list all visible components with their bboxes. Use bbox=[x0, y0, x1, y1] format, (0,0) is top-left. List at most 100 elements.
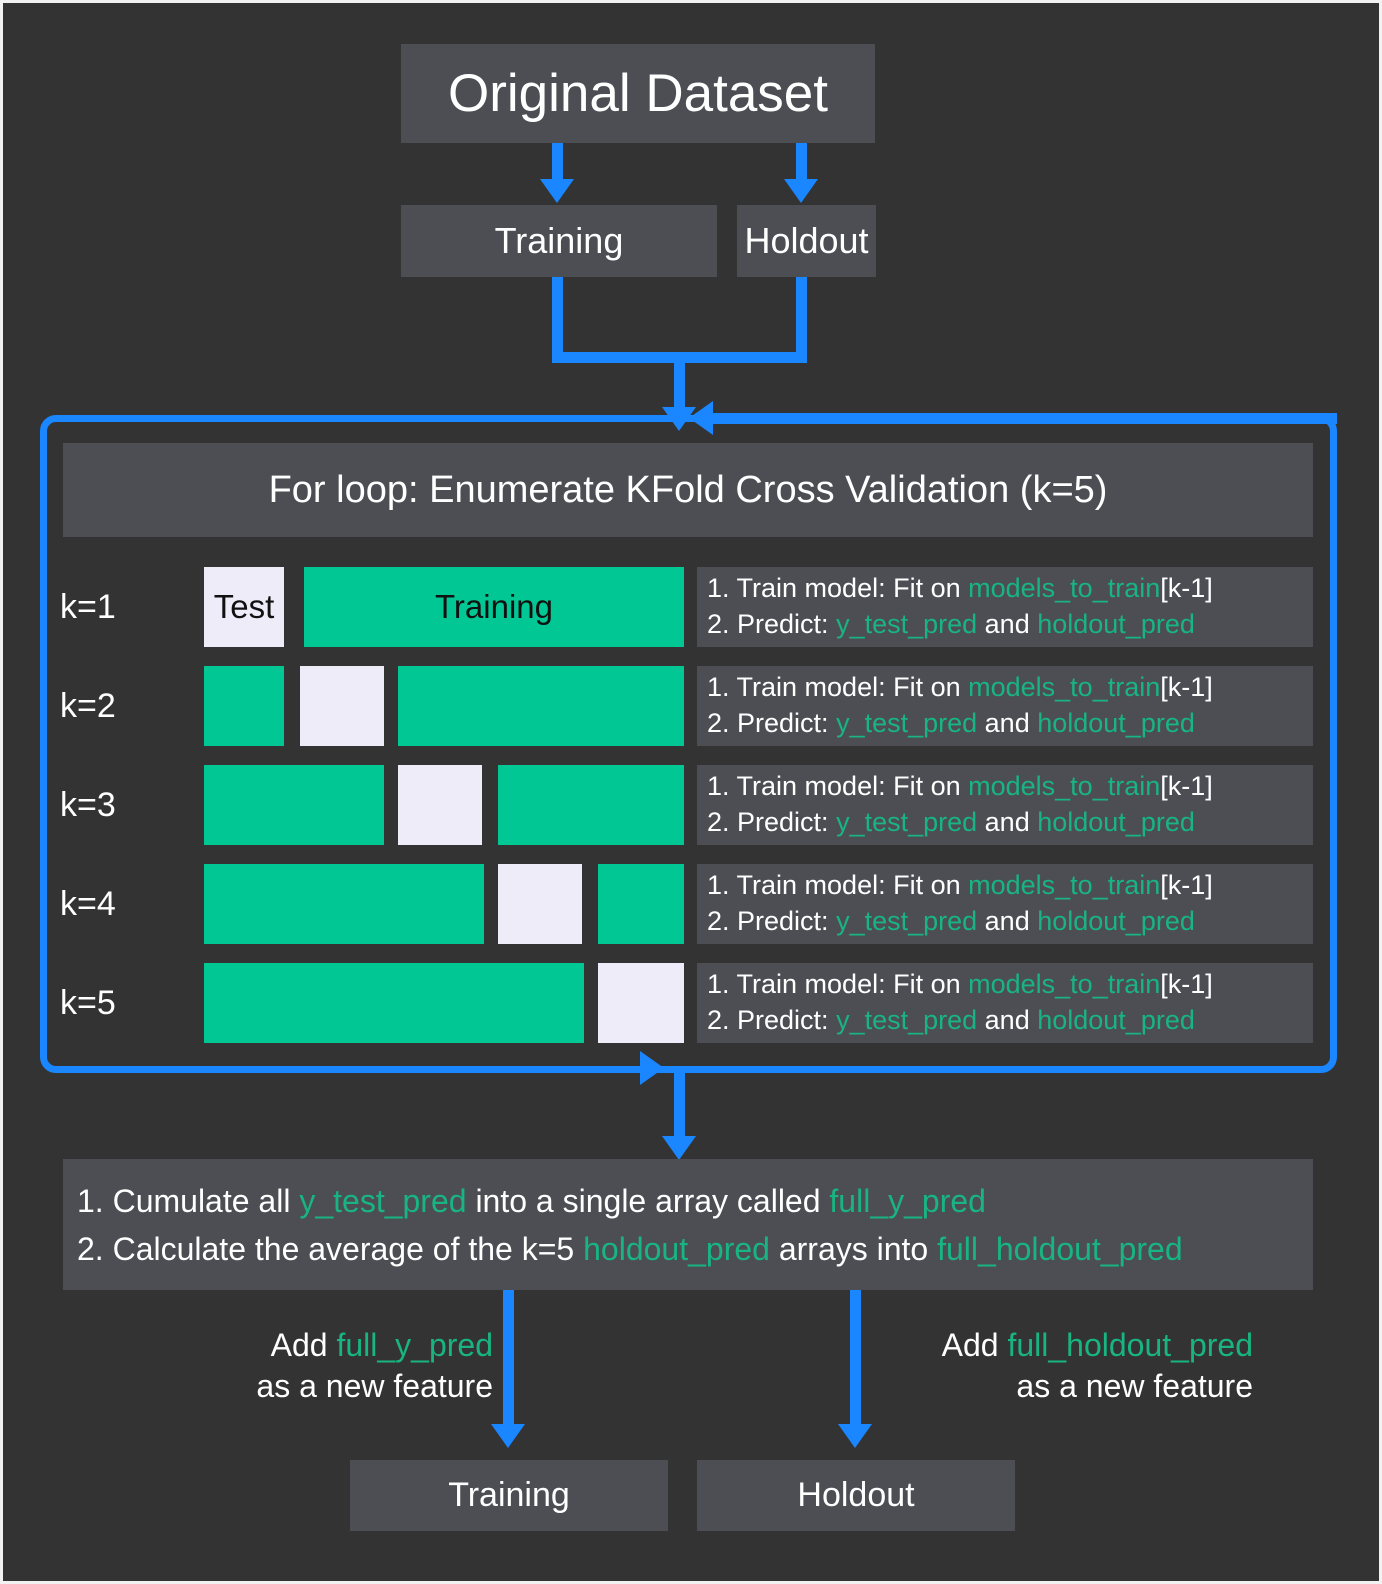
instr-line2-mid: and bbox=[977, 807, 1038, 837]
training-box-bottom: Training bbox=[350, 1460, 668, 1531]
instr-line2-token2: holdout_pred bbox=[1037, 906, 1195, 936]
fold-segment-train: Training bbox=[304, 567, 684, 647]
instr-line2-token2: holdout_pred bbox=[1037, 1005, 1195, 1035]
add-right-token: full_holdout_pred bbox=[1007, 1327, 1253, 1363]
instr-line2-token1: y_test_pred bbox=[836, 708, 978, 738]
summary-line1-prefix: 1. Cumulate all bbox=[77, 1182, 300, 1219]
arrow-line-to-training-out bbox=[503, 1290, 514, 1430]
summary-line2-token1: holdout_pred bbox=[583, 1230, 770, 1267]
fold-instruction-panel: 1. Train model: Fit on models_to_train[k… bbox=[697, 864, 1313, 944]
fold-k-label: k=1 bbox=[60, 587, 116, 626]
merge-line-training-down bbox=[552, 277, 563, 352]
fold-segment-test bbox=[398, 765, 482, 845]
summary-line1-mid: into a single array called bbox=[466, 1182, 830, 1219]
instr-line2-token1: y_test_pred bbox=[836, 807, 978, 837]
holdout-label-bottom: Holdout bbox=[797, 1476, 915, 1514]
instr-line2-mid: and bbox=[977, 609, 1038, 639]
fold-k-label: k=2 bbox=[60, 686, 116, 725]
instr-line2-mid: and bbox=[977, 708, 1038, 738]
instr-line2-prefix: 2. Predict: bbox=[707, 1005, 837, 1035]
arrow-line-to-holdout-out bbox=[850, 1290, 861, 1430]
fold-row: k=4 1. Train model: Fit on models_to_tra… bbox=[3, 864, 1379, 944]
summary-line2-token2: full_holdout_pred bbox=[937, 1230, 1183, 1267]
fold-segment-test: Test bbox=[204, 567, 284, 647]
instr-line1-prefix: 1. Train model: Fit on bbox=[707, 573, 969, 604]
instr-line1-suffix: [k-1] bbox=[1160, 573, 1213, 604]
fold-instruction-panel: 1. Train model: Fit on models_to_train[k… bbox=[697, 963, 1313, 1043]
instr-line1-suffix: [k-1] bbox=[1160, 672, 1213, 703]
summary-line2-mid: arrays into bbox=[769, 1230, 938, 1267]
add-left-token: full_y_pred bbox=[336, 1327, 493, 1363]
fold-segment-test bbox=[498, 864, 582, 944]
instr-line2-prefix: 2. Predict: bbox=[707, 807, 837, 837]
fold-segment-train bbox=[398, 666, 684, 746]
instr-line2-token1: y_test_pred bbox=[836, 1005, 978, 1035]
fold-segment-train bbox=[204, 864, 484, 944]
instr-line1-prefix: 1. Train model: Fit on bbox=[707, 870, 969, 901]
fold-segment-train bbox=[204, 666, 284, 746]
instr-line2-token1: y_test_pred bbox=[836, 906, 978, 936]
arrow-head-orig-to-holdout bbox=[784, 179, 818, 203]
original-dataset-box: Original Dataset bbox=[401, 44, 875, 143]
instruction-line-1: 1. Train model: Fit on models_to_train[k… bbox=[707, 670, 1313, 706]
fold-segment-test bbox=[598, 963, 684, 1043]
instr-line2-prefix: 2. Predict: bbox=[707, 708, 837, 738]
summary-line1-token1: y_test_pred bbox=[299, 1182, 467, 1219]
training-label-top: Training bbox=[494, 220, 624, 261]
add-right-prefix: Add bbox=[941, 1327, 1008, 1363]
summary-panel: 1. Cumulate all y_test_pred into a singl… bbox=[63, 1159, 1313, 1290]
fold-segment-train bbox=[598, 864, 684, 944]
arrow-head-to-summary bbox=[662, 1136, 696, 1160]
instr-line2-token2: holdout_pred bbox=[1037, 708, 1195, 738]
instruction-line-2: 2. Predict: y_test_pred and holdout_pred bbox=[707, 805, 1313, 841]
fold-row: k=5 1. Train model: Fit on models_to_tra… bbox=[3, 963, 1379, 1043]
add-feature-label-right: Add full_holdout_pred as a new feature bbox=[873, 1325, 1253, 1407]
instr-line2-mid: and bbox=[977, 906, 1038, 936]
instr-line2-mid: and bbox=[977, 1005, 1038, 1035]
fold-segment-train bbox=[204, 963, 584, 1043]
instr-line1-prefix: 1. Train model: Fit on bbox=[707, 969, 969, 1000]
instruction-line-1: 1. Train model: Fit on models_to_train[k… bbox=[707, 868, 1313, 904]
instruction-line-1: 1. Train model: Fit on models_to_train[k… bbox=[707, 967, 1313, 1003]
loop-header-label: For loop: Enumerate KFold Cross Validati… bbox=[268, 468, 1108, 511]
holdout-label-top: Holdout bbox=[744, 220, 869, 261]
loop-exit-arrow-head bbox=[640, 1051, 664, 1085]
instr-line2-token2: holdout_pred bbox=[1037, 609, 1195, 639]
fold-segment-test bbox=[300, 666, 384, 746]
fold-row: k=3 1. Train model: Fit on models_to_tra… bbox=[3, 765, 1379, 845]
instr-line1-token: models_to_train bbox=[968, 672, 1161, 703]
instr-line1-token: models_to_train bbox=[968, 870, 1161, 901]
instr-line1-token: models_to_train bbox=[968, 969, 1161, 1000]
fold-test-label: Test bbox=[213, 588, 275, 625]
fold-k-label: k=3 bbox=[60, 785, 116, 824]
summary-line-2: 2. Calculate the average of the k=5 hold… bbox=[77, 1225, 1313, 1273]
fold-instruction-panel: 1. Train model: Fit on models_to_train[k… bbox=[697, 765, 1313, 845]
fold-instruction-panel: 1. Train model: Fit on models_to_train[k… bbox=[697, 567, 1313, 647]
instruction-line-2: 2. Predict: y_test_pred and holdout_pred bbox=[707, 1003, 1313, 1039]
holdout-box-top: Holdout bbox=[737, 205, 876, 277]
instr-line1-suffix: [k-1] bbox=[1160, 969, 1213, 1000]
fold-row: k=1 Test Training 1. Train model: Fit on… bbox=[3, 567, 1379, 647]
instr-line1-suffix: [k-1] bbox=[1160, 771, 1213, 802]
training-label-bottom: Training bbox=[448, 1476, 570, 1514]
instr-line1-token: models_to_train bbox=[968, 573, 1161, 604]
summary-line1-token2: full_y_pred bbox=[829, 1182, 986, 1219]
instr-line2-token2: holdout_pred bbox=[1037, 807, 1195, 837]
fold-k-label: k=5 bbox=[60, 983, 116, 1022]
instr-line1-suffix: [k-1] bbox=[1160, 870, 1213, 901]
arrow-head-orig-to-training bbox=[540, 179, 574, 203]
add-feature-left-line1: Add full_y_pred bbox=[213, 1325, 493, 1366]
original-dataset-label: Original Dataset bbox=[447, 64, 828, 123]
instruction-line-2: 2. Predict: y_test_pred and holdout_pred bbox=[707, 904, 1313, 940]
instruction-line-1: 1. Train model: Fit on models_to_train[k… bbox=[707, 571, 1313, 607]
instruction-line-1: 1. Train model: Fit on models_to_train[k… bbox=[707, 769, 1313, 805]
add-feature-label-left: Add full_y_pred as a new feature bbox=[213, 1325, 493, 1407]
add-feature-left-line2: as a new feature bbox=[256, 1367, 493, 1404]
instruction-line-2: 2. Predict: y_test_pred and holdout_pred bbox=[707, 607, 1313, 643]
instr-line1-prefix: 1. Train model: Fit on bbox=[707, 771, 969, 802]
add-feature-right-line2: as a new feature bbox=[1016, 1367, 1253, 1404]
loop-exit-line bbox=[674, 1066, 685, 1145]
holdout-box-bottom: Holdout bbox=[697, 1460, 1015, 1531]
loop-header-panel: For loop: Enumerate KFold Cross Validati… bbox=[63, 443, 1313, 537]
add-left-prefix: Add bbox=[270, 1327, 337, 1363]
